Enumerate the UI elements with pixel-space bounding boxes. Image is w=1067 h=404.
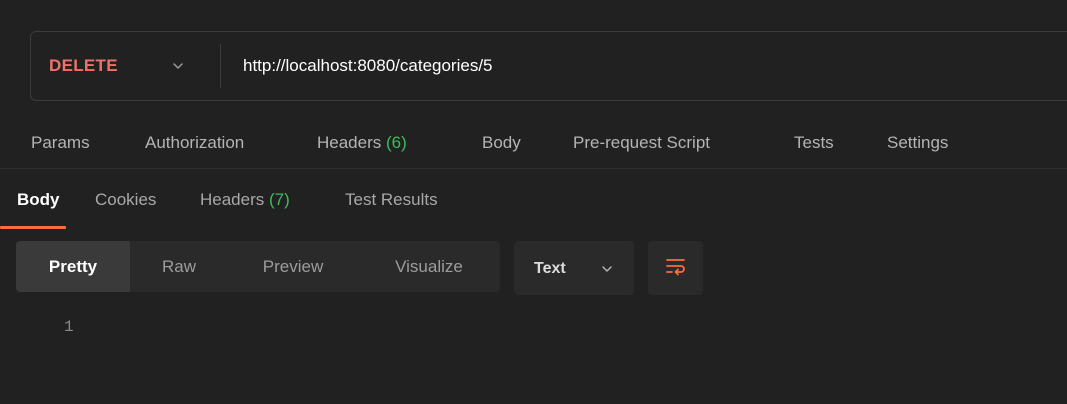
response-headers-count: (7) bbox=[269, 190, 290, 209]
method-label: DELETE bbox=[49, 56, 118, 75]
view-raw-button[interactable]: Raw bbox=[130, 241, 228, 292]
tab-label: Tests bbox=[794, 133, 834, 152]
view-label: Pretty bbox=[48, 257, 98, 276]
tab-label: Authorization bbox=[145, 133, 245, 152]
response-tab-cookies[interactable]: Cookies bbox=[95, 178, 156, 222]
tab-label: Body bbox=[482, 133, 521, 152]
tab-params[interactable]: Params bbox=[31, 118, 90, 168]
response-tab-headers[interactable]: Headers (7) bbox=[200, 178, 290, 222]
view-preview-button[interactable]: Preview bbox=[228, 241, 358, 292]
line-number: 1 bbox=[64, 318, 74, 336]
chevron-down-icon[interactable] bbox=[171, 59, 185, 73]
response-tabs: Body Cookies Headers (7) Test Results bbox=[0, 178, 1067, 230]
tab-label: Headers bbox=[200, 190, 265, 209]
tab-label: Pre-request Script bbox=[573, 133, 710, 152]
view-mode-group: Pretty Raw Preview Visualize bbox=[16, 241, 500, 292]
view-label: Visualize bbox=[395, 257, 463, 276]
tab-label: Headers bbox=[317, 133, 382, 152]
tab-authorization[interactable]: Authorization bbox=[145, 118, 244, 168]
active-tab-indicator bbox=[0, 226, 66, 229]
tab-tests[interactable]: Tests bbox=[794, 118, 834, 168]
response-tab-body[interactable]: Body bbox=[17, 178, 60, 222]
tab-pre-request-script[interactable]: Pre-request Script bbox=[573, 118, 710, 168]
tab-label: Params bbox=[31, 133, 90, 152]
wrap-lines-button[interactable] bbox=[648, 241, 703, 295]
tab-body[interactable]: Body bbox=[482, 118, 521, 168]
url-input[interactable] bbox=[243, 32, 1067, 100]
view-pretty-button[interactable]: Pretty bbox=[16, 241, 130, 292]
method-selector[interactable]: DELETE bbox=[49, 32, 118, 100]
request-url-bar: DELETE bbox=[30, 31, 1067, 101]
response-tab-test-results[interactable]: Test Results bbox=[345, 178, 438, 222]
request-tabs: Params Authorization Headers (6) Body Pr… bbox=[0, 118, 1067, 169]
chevron-down-icon bbox=[602, 266, 612, 272]
tab-label: Body bbox=[17, 190, 60, 209]
view-label: Preview bbox=[262, 257, 324, 276]
tab-label: Cookies bbox=[95, 190, 157, 209]
tab-settings[interactable]: Settings bbox=[887, 118, 948, 168]
view-visualize-button[interactable]: Visualize bbox=[358, 241, 500, 292]
tab-headers[interactable]: Headers (6) bbox=[317, 118, 407, 168]
format-dropdown[interactable]: Text bbox=[514, 241, 634, 295]
view-label: Raw bbox=[161, 257, 196, 276]
format-label: Text bbox=[534, 260, 566, 277]
url-divider bbox=[220, 44, 221, 88]
tab-label: Settings bbox=[887, 133, 949, 152]
headers-count: (6) bbox=[386, 133, 407, 152]
tab-label: Test Results bbox=[345, 190, 438, 209]
wrap-lines-icon bbox=[666, 259, 685, 276]
